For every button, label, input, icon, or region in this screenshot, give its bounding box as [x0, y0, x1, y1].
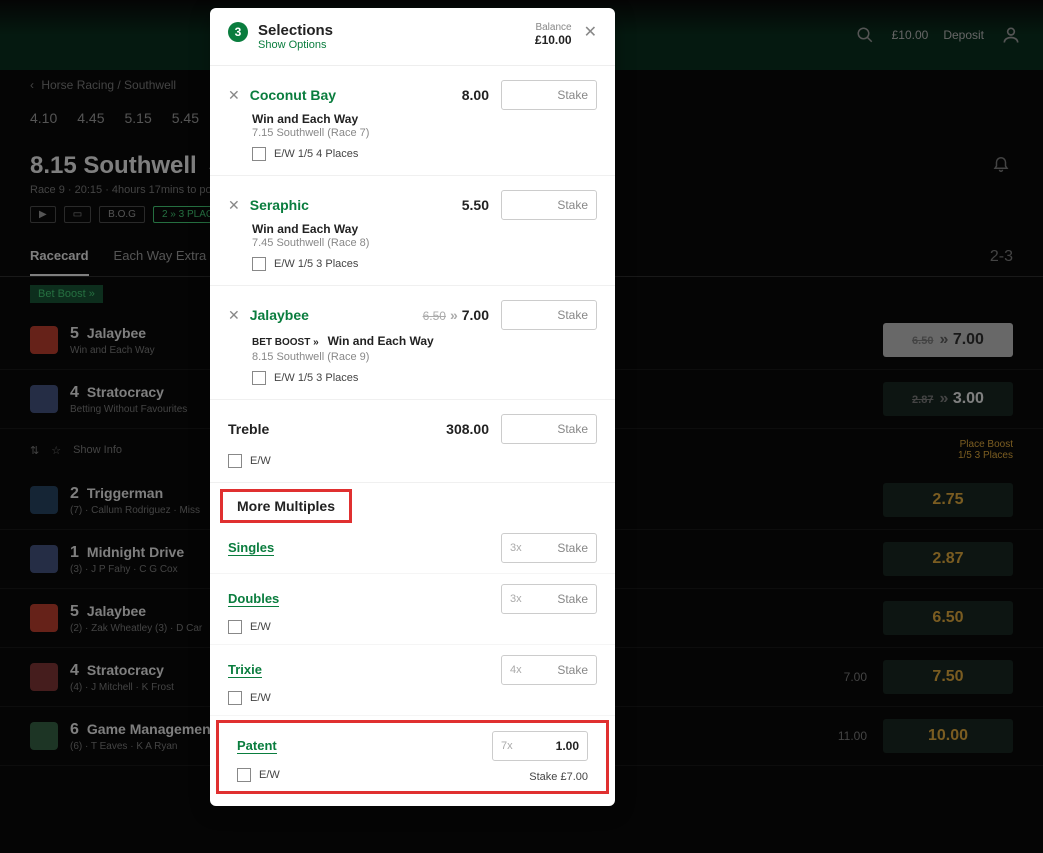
- trixie-label[interactable]: Trixie: [228, 662, 262, 678]
- selection-event: 7.15 Southwell (Race 7): [252, 127, 597, 139]
- selection-row: ✕ Seraphic 5.50 Stake Win and Each Way 7…: [210, 176, 615, 286]
- stake-input[interactable]: 3xStake: [501, 584, 597, 614]
- balance-amount: £10.00: [535, 33, 572, 47]
- treble-odds: 308.00: [446, 421, 489, 437]
- selection-name[interactable]: Coconut Bay: [250, 87, 462, 103]
- selection-odds: 8.00: [462, 87, 489, 103]
- selection-market: Win and Each Way: [328, 334, 434, 348]
- ew-checkbox[interactable]: [237, 768, 251, 782]
- ew-label: E/W 1/5 3 Places: [274, 372, 358, 384]
- selection-market: Win and Each Way: [252, 112, 597, 126]
- remove-selection-icon[interactable]: ✕: [228, 197, 240, 214]
- stake-input[interactable]: 7x1.00: [492, 731, 588, 761]
- stake-input[interactable]: Stake: [501, 190, 597, 220]
- selection-name[interactable]: Jalaybee: [250, 307, 423, 323]
- ew-checkbox[interactable]: [228, 620, 242, 634]
- ew-checkbox[interactable]: [228, 454, 242, 468]
- selection-row: ✕ Jalaybee 6.50»7.00 Stake BET BOOST » W…: [210, 286, 615, 400]
- balance-label: Balance: [535, 22, 572, 33]
- ew-label: E/W 1/5 4 Places: [274, 148, 358, 160]
- stake-input[interactable]: Stake: [501, 414, 597, 444]
- ew-label: E/W: [250, 455, 271, 467]
- treble-label: Treble: [228, 421, 446, 437]
- singles-label[interactable]: Singles: [228, 540, 274, 556]
- trixie-row: Trixie 4xStake E/W: [210, 645, 615, 716]
- treble-row: Treble 308.00 Stake E/W: [210, 400, 615, 483]
- stake-input[interactable]: 3xStake: [501, 533, 597, 563]
- doubles-row: Doubles 3xStake E/W: [210, 574, 615, 645]
- stake-input[interactable]: Stake: [501, 300, 597, 330]
- selection-odds: 6.50»7.00: [423, 307, 489, 323]
- remove-selection-icon[interactable]: ✕: [228, 87, 240, 104]
- bet-credits-row: Use Bet Credits (10.00 available): [210, 798, 615, 806]
- stake-note: Stake £7.00: [529, 771, 588, 783]
- show-options-link[interactable]: Show Options: [258, 39, 333, 51]
- selection-event: 7.45 Southwell (Race 8): [252, 237, 597, 249]
- selection-odds: 5.50: [462, 197, 489, 213]
- betslip-title: Selections: [258, 22, 333, 39]
- remove-selection-icon[interactable]: ✕: [228, 307, 240, 324]
- selection-market: Win and Each Way: [252, 222, 597, 236]
- boost-label: BET BOOST »: [252, 337, 319, 348]
- doubles-label[interactable]: Doubles: [228, 591, 279, 607]
- ew-label: E/W: [250, 692, 271, 704]
- betslip-panel: 3 Selections Show Options Balance £10.00…: [210, 8, 615, 806]
- more-multiples-heading: More Multiples: [220, 489, 352, 523]
- ew-checkbox[interactable]: [252, 147, 266, 161]
- singles-row: Singles 3xStake: [210, 523, 615, 574]
- betslip-header: 3 Selections Show Options Balance £10.00…: [210, 8, 615, 66]
- ew-checkbox[interactable]: [228, 691, 242, 705]
- stake-input[interactable]: Stake: [501, 80, 597, 110]
- selection-count: 3: [228, 22, 248, 42]
- ew-label: E/W 1/5 3 Places: [274, 258, 358, 270]
- ew-label: E/W: [259, 769, 280, 781]
- patent-row: Patent 7x1.00 E/W Stake £7.00: [216, 720, 609, 794]
- selection-name[interactable]: Seraphic: [250, 197, 462, 213]
- patent-label[interactable]: Patent: [237, 738, 277, 754]
- ew-checkbox[interactable]: [252, 371, 266, 385]
- ew-checkbox[interactable]: [252, 257, 266, 271]
- selection-row: ✕ Coconut Bay 8.00 Stake Win and Each Wa…: [210, 66, 615, 176]
- stake-input[interactable]: 4xStake: [501, 655, 597, 685]
- close-icon[interactable]: ✕: [584, 22, 597, 42]
- ew-label: E/W: [250, 621, 271, 633]
- selection-event: 8.15 Southwell (Race 9): [252, 351, 597, 363]
